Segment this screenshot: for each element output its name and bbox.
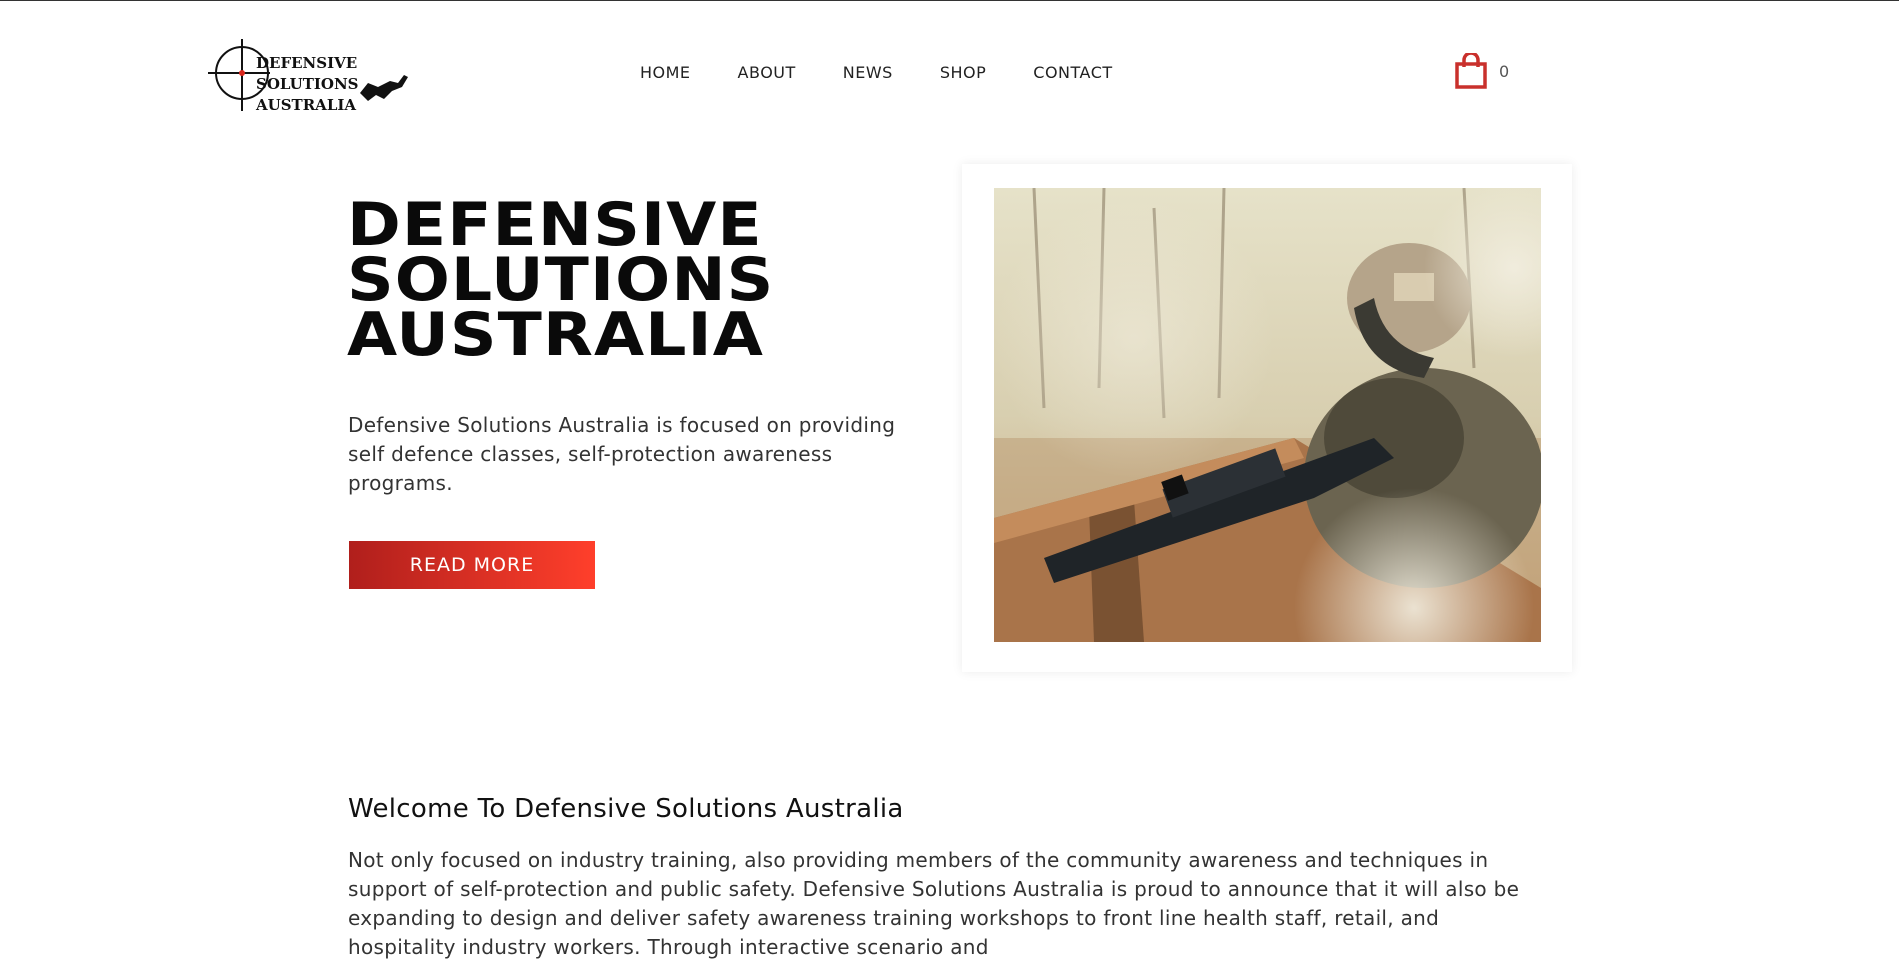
nav-about[interactable]: ABOUT	[738, 61, 796, 85]
cart-button[interactable]: 0	[1455, 53, 1509, 89]
main-nav: HOME ABOUT NEWS SHOP CONTACT	[640, 61, 1160, 85]
nav-shop[interactable]: SHOP	[940, 61, 986, 85]
hero-description: Defensive Solutions Australia is focused…	[348, 413, 896, 495]
nav-contact[interactable]: CONTACT	[1033, 61, 1112, 85]
hero-title-line-3: AUSTRALIA	[347, 300, 764, 370]
logo-text: DEFENSIVE SOLUTIONS AUSTRALIA	[256, 53, 443, 116]
site-header: DEFENSIVE SOLUTIONS AUSTRALIA HOME ABOUT…	[0, 1, 1899, 151]
shopping-bag-icon	[1455, 53, 1487, 89]
read-more-button[interactable]: READ MORE	[349, 541, 595, 589]
logo-line-2: AUSTRALIA	[256, 96, 357, 114]
welcome-title: Welcome To Defensive Solutions Australia	[348, 794, 904, 824]
hero-title: DEFENSIVE SOLUTIONS AUSTRALIA	[347, 195, 774, 370]
nav-home[interactable]: HOME	[640, 61, 691, 85]
soldier-photo-image	[994, 188, 1541, 642]
soldier-photo	[994, 188, 1541, 642]
site-logo[interactable]: DEFENSIVE SOLUTIONS AUSTRALIA	[208, 39, 443, 114]
hero-image-card	[962, 164, 1572, 672]
logo-line-1: DEFENSIVE SOLUTIONS	[256, 54, 359, 93]
cart-count: 0	[1499, 61, 1510, 81]
welcome-body: Not only focused on industry training, a…	[348, 848, 1520, 959]
nav-news[interactable]: NEWS	[843, 61, 893, 85]
